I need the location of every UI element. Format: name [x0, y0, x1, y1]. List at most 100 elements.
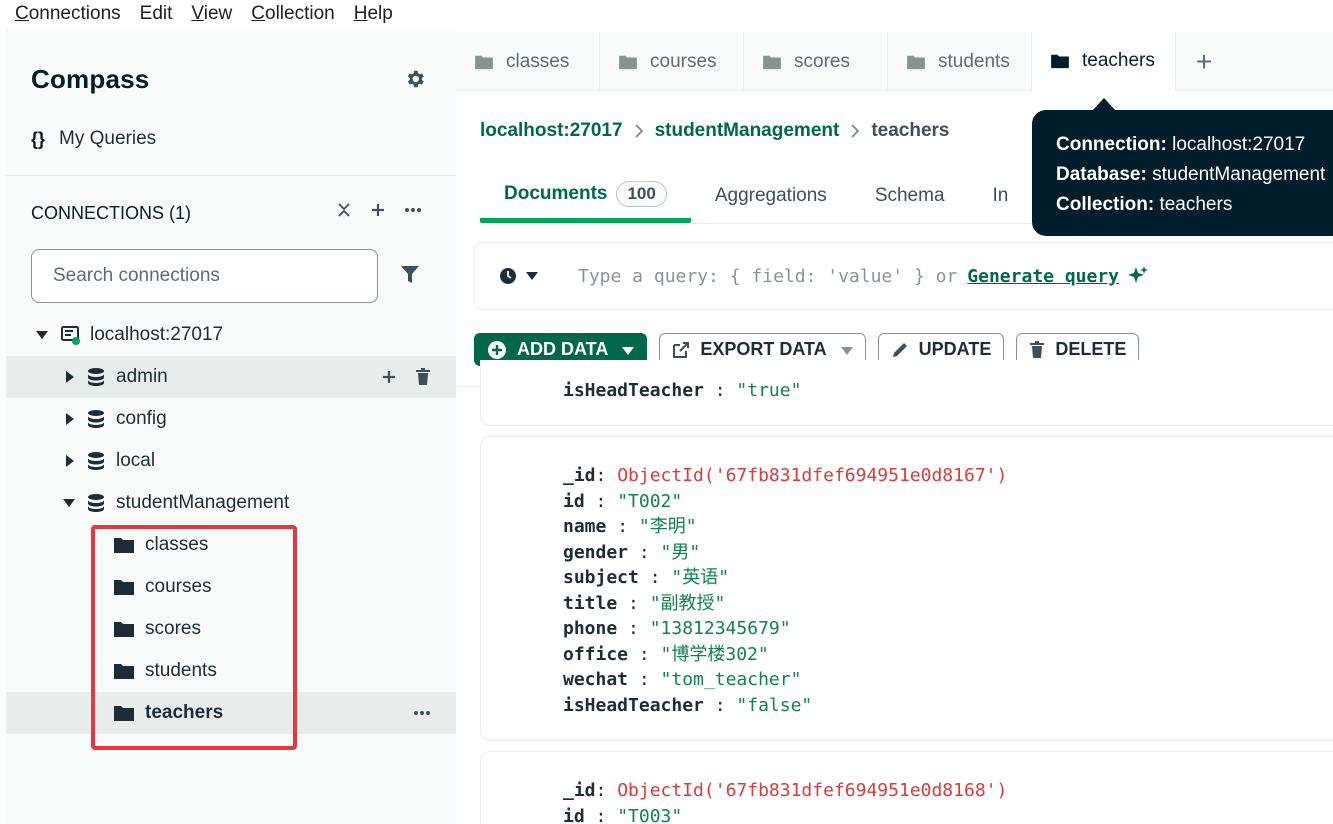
tab-students[interactable]: students	[888, 32, 1032, 91]
field-key: _id	[563, 465, 596, 486]
tab-teachers[interactable]: teachers	[1032, 32, 1176, 91]
document-field: isHeadTeacher : "true"	[563, 380, 802, 401]
field-key: isHeadTeacher	[563, 380, 704, 401]
document-card[interactable]: _id: ObjectId('67fb831dfef694951e0d8167'…	[480, 436, 1333, 741]
query-input[interactable]: Type a query: { field: 'value' } or Gener…	[578, 266, 1119, 287]
connection-item[interactable]: localhost:27017	[6, 314, 456, 356]
caret-down-icon	[526, 272, 538, 280]
caret-down-icon	[840, 339, 853, 360]
server-icon	[61, 326, 80, 345]
add-tab-button[interactable]: +	[1176, 32, 1232, 91]
trash-icon	[1029, 340, 1045, 359]
field-key: gender	[563, 541, 629, 563]
subtab-documents[interactable]: Documents 100	[480, 169, 691, 223]
my-queries-item[interactable]: {} My Queries	[31, 128, 156, 150]
field-key: wechat	[563, 669, 629, 690]
collection-item-classes[interactable]: classes	[6, 524, 456, 566]
field-value: "tom_teacher"	[660, 669, 802, 690]
menu-view[interactable]: View	[191, 3, 232, 25]
collapse-icon[interactable]	[336, 202, 352, 218]
tab-scores[interactable]: scores	[744, 32, 888, 91]
search-connections-input[interactable]: Search connections	[31, 249, 378, 303]
query-history-button[interactable]	[499, 267, 538, 285]
tooltip-collection: Collection: teachers	[1056, 194, 1233, 215]
menubar: Connections Edit View Collection Help	[0, 0, 1333, 28]
database-item-config[interactable]: config	[6, 398, 456, 440]
database-name: admin	[116, 366, 168, 387]
database-item-studentmanagement[interactable]: studentManagement	[6, 482, 456, 524]
collection-item-scores[interactable]: scores	[6, 608, 456, 650]
documents-count-badge: 100	[616, 180, 667, 207]
chevron-right-icon	[851, 124, 860, 138]
field-key: isHeadTeacher	[563, 694, 704, 716]
database-row-actions	[381, 368, 431, 386]
breadcrumb-host[interactable]: localhost:27017	[480, 120, 623, 142]
menu-edit[interactable]: Edit	[140, 3, 173, 25]
collection-item-students[interactable]: students	[6, 650, 456, 692]
plus-icon[interactable]	[381, 369, 397, 385]
caret-right-icon[interactable]	[66, 371, 74, 383]
collection-item-courses[interactable]: courses	[6, 566, 456, 608]
plus-circle-icon	[487, 340, 507, 360]
field-key: title	[563, 592, 618, 614]
database-icon	[88, 368, 104, 386]
gear-icon[interactable]	[404, 68, 426, 90]
subtab-aggregations[interactable]: Aggregations	[715, 169, 827, 223]
ellipsis-icon[interactable]	[404, 207, 422, 213]
breadcrumb-db[interactable]: studentManagement	[655, 120, 840, 142]
query-placeholder: Type a query: { field: 'value' } or	[578, 265, 958, 287]
caret-down-icon[interactable]	[36, 331, 48, 339]
field-key: office	[563, 643, 629, 665]
folder-icon	[114, 580, 134, 595]
connection-name: localhost:27017	[90, 324, 224, 345]
document-card[interactable]: isHeadTeacher : "true"	[480, 360, 1333, 426]
tab-classes[interactable]: classes	[456, 32, 600, 91]
database-icon	[88, 452, 104, 470]
tooltip-database: Database: studentManagement	[1056, 164, 1326, 185]
menu-help[interactable]: Help	[354, 3, 393, 25]
menu-connections[interactable]: Connections	[15, 3, 121, 25]
field-value: "13812345679"	[649, 618, 791, 639]
document-fields: _id: ObjectId('67fb831dfef694951e0d8167'…	[563, 463, 1007, 718]
field-key: id	[563, 490, 585, 512]
menu-collection[interactable]: Collection	[251, 3, 334, 25]
collection-name: students	[145, 660, 217, 681]
document-field: name : "李明"	[563, 516, 697, 537]
subtab-indexes[interactable]: In	[993, 169, 1009, 223]
generate-query-link[interactable]: Generate query	[967, 266, 1119, 287]
folder-icon	[114, 538, 134, 553]
database-item-local[interactable]: local	[6, 440, 456, 482]
filter-icon[interactable]	[400, 264, 420, 286]
document-fields: _id: ObjectId('67fb831dfef694951e0d8168'…	[563, 778, 1007, 824]
subtab-schema[interactable]: Schema	[875, 169, 945, 223]
caret-right-icon[interactable]	[66, 455, 74, 467]
folder-icon	[907, 55, 925, 69]
ellipsis-icon[interactable]	[413, 710, 431, 716]
field-key: subject	[563, 567, 639, 588]
connections-label: CONNECTIONS	[31, 203, 165, 223]
field-value: "副教授"	[649, 592, 726, 614]
delete-label: DELETE	[1055, 339, 1127, 359]
trash-icon[interactable]	[415, 368, 431, 386]
document-field: _id: ObjectId('67fb831dfef694951e0d8167'…	[563, 465, 1008, 486]
tab-bar: classes courses scores students teachers…	[456, 32, 1333, 91]
field-value: ObjectId('67fb831dfef694951e0d8167')	[617, 465, 1008, 486]
document-card[interactable]: _id: ObjectId('67fb831dfef694951e0d8168'…	[480, 751, 1333, 824]
plus-icon[interactable]	[370, 202, 386, 218]
braces-icon: {}	[31, 128, 46, 149]
database-name: studentManagement	[116, 492, 290, 513]
database-item-admin[interactable]: admin	[6, 356, 456, 398]
document-field: gender : "男"	[563, 541, 701, 563]
query-bar[interactable]: Type a query: { field: 'value' } or Gener…	[474, 242, 1333, 310]
collection-item-teachers[interactable]: teachers	[6, 692, 456, 734]
folder-icon	[114, 664, 134, 679]
tab-courses[interactable]: courses	[600, 32, 744, 91]
collection-name: courses	[145, 576, 212, 597]
document-field: office : "博学楼302"	[563, 643, 769, 665]
breadcrumb: localhost:27017 studentManagement teache…	[480, 120, 950, 142]
caret-right-icon[interactable]	[66, 413, 74, 425]
field-value: "博学楼302"	[660, 643, 769, 665]
folder-icon	[114, 706, 134, 721]
breadcrumb-collection: teachers	[871, 120, 950, 141]
caret-down-icon[interactable]	[63, 499, 75, 507]
